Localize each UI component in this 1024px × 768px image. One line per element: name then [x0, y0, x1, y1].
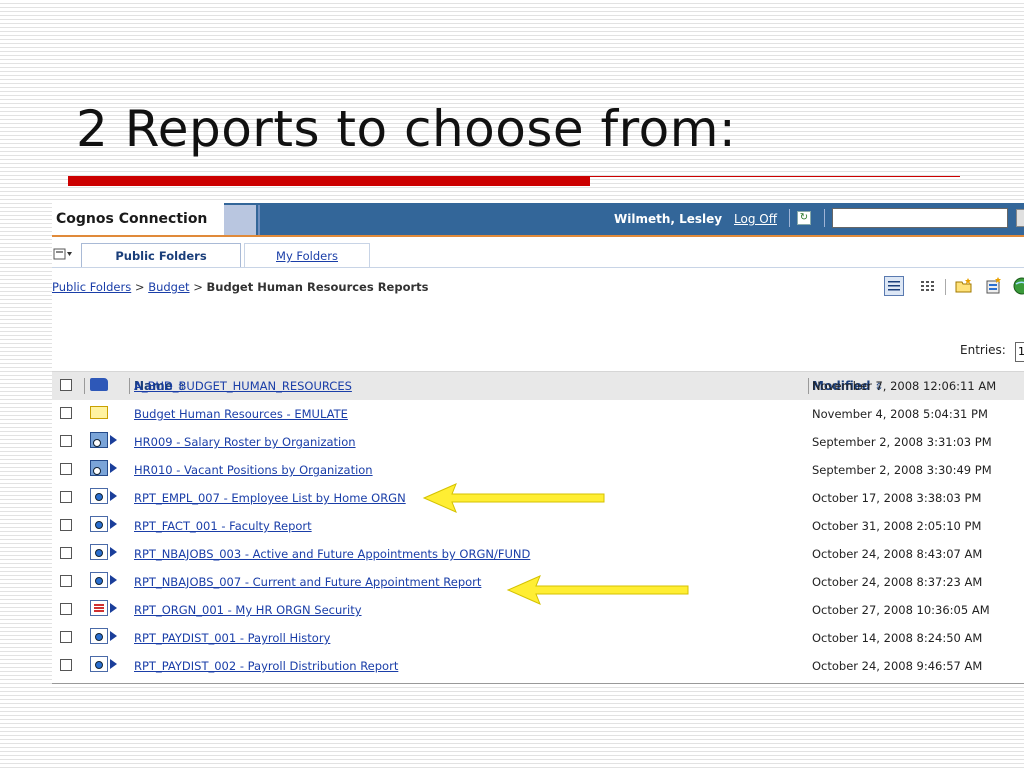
entries-label: Entries: [960, 343, 1006, 357]
row-name-link[interactable]: RPT_PAYDIST_002 - Payroll Distribution R… [134, 659, 398, 673]
table-row: RPT_PAYDIST_002 - Payroll Distribution R… [52, 651, 1024, 679]
row-checkbox[interactable] [60, 491, 72, 503]
title-underline-bar [68, 176, 590, 186]
row-checkbox[interactable] [60, 379, 72, 391]
tab-my-folders[interactable]: My Folders [244, 243, 370, 267]
header-separator [824, 209, 825, 227]
row-checkbox[interactable] [60, 547, 72, 559]
logoff-link[interactable]: Log Off [734, 212, 777, 226]
row-checkbox[interactable] [60, 603, 72, 615]
breadcrumb-budget[interactable]: Budget [148, 280, 189, 294]
brand-tab [224, 205, 256, 235]
app-brand: Cognos Connection [52, 203, 224, 235]
user-name: Wilmeth, Lesley [614, 212, 723, 226]
toolbar-separator [945, 279, 946, 295]
run-icon[interactable] [110, 435, 117, 445]
row-checkbox[interactable] [60, 407, 72, 419]
row-checkbox[interactable] [60, 631, 72, 643]
row-modified: September 2, 2008 3:31:03 PM [812, 435, 992, 449]
row-checkbox[interactable] [60, 659, 72, 671]
run-icon[interactable] [110, 603, 117, 613]
slide-title: 2 Reports to choose from: [76, 100, 737, 158]
globe-icon[interactable] [1012, 276, 1024, 296]
tab-public-folders[interactable]: Public Folders [81, 243, 241, 267]
refresh-icon[interactable]: ↻ [797, 211, 811, 225]
app-header: Cognos Connection Wilmeth, Lesley Log Of… [52, 203, 1024, 235]
row-modified: October 17, 2008 3:38:03 PM [812, 491, 982, 505]
breadcrumb-public-folders[interactable]: Public Folders [52, 280, 131, 294]
row-name-link[interactable]: RPT_EMPL_007 - Employee List by Home ORG… [134, 491, 406, 505]
entries-input[interactable]: 1 [1015, 342, 1024, 362]
report-icon [90, 628, 108, 644]
search-input[interactable] [832, 208, 1008, 228]
row-name-link[interactable]: RPT_PAYDIST_001 - Payroll History [134, 631, 330, 645]
row-checkbox[interactable] [60, 463, 72, 475]
row-modified: October 31, 2008 2:05:10 PM [812, 519, 982, 533]
tab-my-folders-label: My Folders [276, 249, 338, 263]
row-name-link[interactable]: Budget Human Resources - EMULATE [134, 407, 348, 421]
new-job-icon[interactable] [984, 276, 1004, 296]
breadcrumb-separator: > [193, 280, 203, 294]
report-icon [90, 488, 108, 504]
header-accent-line [52, 235, 1024, 237]
folder-yellow-icon [90, 406, 108, 419]
report-icon [90, 516, 108, 532]
table-row: RPT_PAYDIST_001 - Payroll History Octobe… [52, 623, 1024, 651]
run-icon[interactable] [110, 575, 117, 585]
tabs-divider [52, 267, 1024, 268]
table-row: RPT_NBAJOBS_003 - Active and Future Appo… [52, 539, 1024, 567]
new-folder-icon[interactable] [954, 276, 974, 296]
row-modified: October 27, 2008 10:36:05 AM [812, 603, 990, 617]
report-icon [90, 656, 108, 672]
report-view-icon [90, 432, 108, 448]
row-modified: October 14, 2008 8:24:50 AM [812, 631, 983, 645]
run-icon[interactable] [110, 463, 117, 473]
run-icon[interactable] [110, 519, 117, 529]
callout-arrow-icon [422, 483, 605, 513]
table-row: Budget Human Resources - EMULATE Novembe… [52, 399, 1024, 427]
report-view-icon [90, 460, 108, 476]
run-icon[interactable] [110, 659, 117, 669]
row-modified: November 4, 2008 5:04:31 PM [812, 407, 988, 421]
row-modified: October 24, 2008 8:43:07 AM [812, 547, 983, 561]
table-bottom-rule [52, 683, 1024, 684]
report-table-icon [90, 600, 108, 616]
report-icon [90, 572, 108, 588]
row-checkbox[interactable] [60, 435, 72, 447]
cognos-screenshot: Cognos Connection Wilmeth, Lesley Log Of… [52, 203, 1024, 685]
run-icon[interactable] [110, 631, 117, 641]
list-view-icon[interactable] [918, 276, 938, 296]
folder-tree-icon[interactable] [53, 247, 73, 261]
row-modified: October 24, 2008 8:37:23 AM [812, 575, 983, 589]
row-modified: November 7, 2008 12:06:11 AM [812, 379, 997, 393]
row-name-link[interactable]: A_BUD_BUDGET_HUMAN_RESOURCES [134, 379, 352, 393]
breadcrumb-separator: > [134, 280, 145, 294]
search-button[interactable] [1016, 209, 1024, 227]
folder-blue-icon [90, 378, 108, 391]
header-divider [258, 205, 260, 235]
row-checkbox[interactable] [60, 519, 72, 531]
row-name-link[interactable]: RPT_FACT_001 - Faculty Report [134, 519, 312, 533]
table-row: HR009 - Salary Roster by Organization Se… [52, 427, 1024, 455]
title-underline-rule [590, 176, 960, 177]
breadcrumb-current: Budget Human Resources Reports [206, 280, 429, 294]
run-icon[interactable] [110, 491, 117, 501]
row-name-link[interactable]: RPT_NBAJOBS_003 - Active and Future Appo… [134, 547, 530, 561]
header-separator [789, 209, 790, 227]
breadcrumb: Public Folders > Budget > Budget Human R… [52, 280, 429, 294]
row-modified: October 24, 2008 9:46:57 AM [812, 659, 983, 673]
callout-arrow-icon [506, 575, 689, 605]
row-checkbox[interactable] [60, 575, 72, 587]
row-name-link[interactable]: RPT_ORGN_001 - My HR ORGN Security [134, 603, 362, 617]
report-icon [90, 544, 108, 560]
row-name-link[interactable]: RPT_NBAJOBS_007 - Current and Future App… [134, 575, 481, 589]
run-icon[interactable] [110, 547, 117, 557]
row-modified: September 2, 2008 3:30:49 PM [812, 463, 992, 477]
table-row: A_BUD_BUDGET_HUMAN_RESOURCES November 7,… [52, 371, 1024, 399]
details-view-icon[interactable] [884, 276, 904, 296]
row-name-link[interactable]: HR009 - Salary Roster by Organization [134, 435, 356, 449]
row-name-link[interactable]: HR010 - Vacant Positions by Organization [134, 463, 373, 477]
